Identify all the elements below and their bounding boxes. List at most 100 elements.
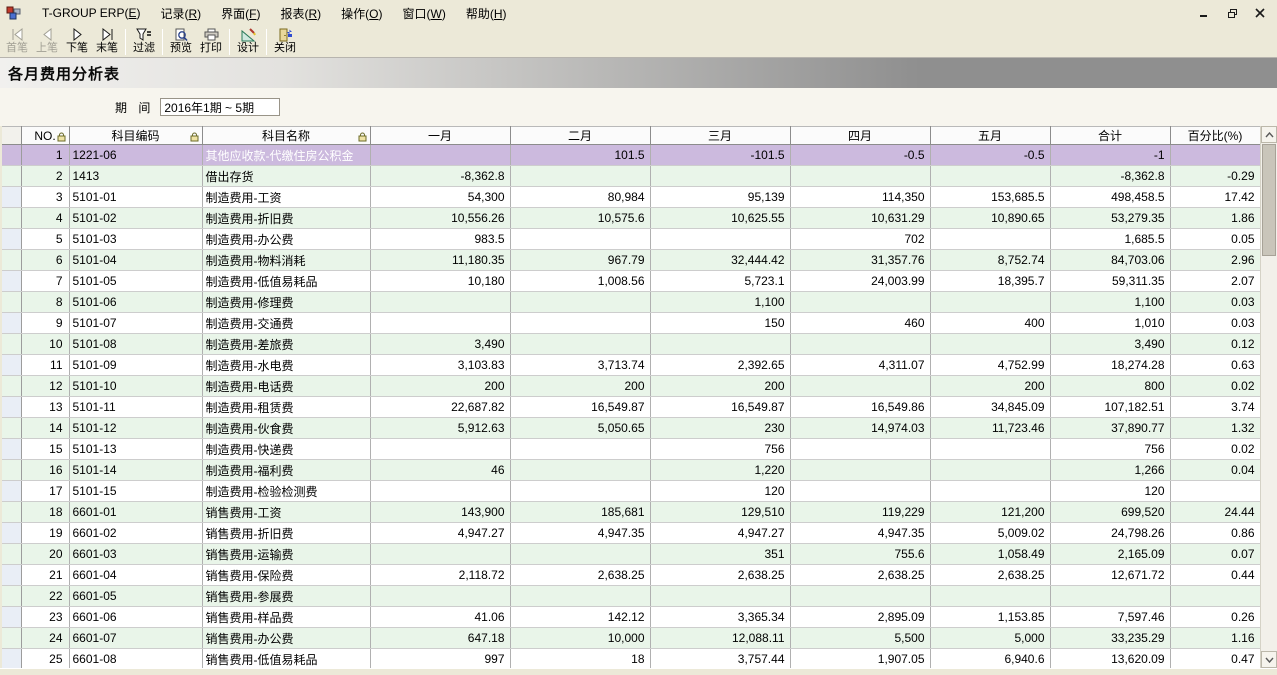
cell-m5[interactable]: 200	[930, 376, 1050, 397]
restore-button[interactable]	[1221, 5, 1243, 21]
cell-total[interactable]: 1,266	[1050, 460, 1170, 481]
cell-pct[interactable]	[1170, 481, 1260, 502]
column-header-name[interactable]: 科目名称	[202, 127, 370, 145]
column-header-apr[interactable]: 四月	[790, 127, 930, 145]
row-indicator[interactable]	[2, 586, 21, 607]
cell-m5[interactable]	[930, 166, 1050, 187]
cell-m5[interactable]	[930, 460, 1050, 481]
cell-m5[interactable]: 10,890.65	[930, 208, 1050, 229]
cell-m3[interactable]: -101.5	[650, 145, 790, 166]
cell-m2[interactable]	[510, 439, 650, 460]
filter-button[interactable]: 过滤	[129, 27, 159, 57]
close-report-button[interactable]: 关闭	[270, 27, 300, 57]
cell-name[interactable]: 制造费用-福利费	[202, 460, 370, 481]
row-indicator[interactable]	[2, 187, 21, 208]
cell-m2[interactable]: 2,638.25	[510, 565, 650, 586]
cell-m5[interactable]: 4,752.99	[930, 355, 1050, 376]
cell-pct[interactable]: 0.47	[1170, 649, 1260, 669]
cell-total[interactable]: 699,520	[1050, 502, 1170, 523]
cell-code[interactable]: 5101-10	[69, 376, 202, 397]
cell-m1[interactable]: 200	[370, 376, 510, 397]
cell-pct[interactable]: 2.07	[1170, 271, 1260, 292]
cell-pct[interactable]: 0.07	[1170, 544, 1260, 565]
cell-pct[interactable]: 2.96	[1170, 250, 1260, 271]
cell-m1[interactable]: 46	[370, 460, 510, 481]
cell-m1[interactable]: 983.5	[370, 229, 510, 250]
cell-m1[interactable]: 143,900	[370, 502, 510, 523]
design-button[interactable]: 设计	[233, 27, 263, 57]
cell-m2[interactable]	[510, 166, 650, 187]
cell-total[interactable]: 2,165.09	[1050, 544, 1170, 565]
cell-code[interactable]: 1221-06	[69, 145, 202, 166]
cell-name[interactable]: 销售费用-保险费	[202, 565, 370, 586]
cell-m4[interactable]	[790, 166, 930, 187]
cell-code[interactable]: 5101-07	[69, 313, 202, 334]
cell-pct[interactable]: 17.42	[1170, 187, 1260, 208]
cell-name[interactable]: 借出存货	[202, 166, 370, 187]
cell-m1[interactable]: 10,556.26	[370, 208, 510, 229]
cell-m5[interactable]	[930, 586, 1050, 607]
cell-pct[interactable]	[1170, 145, 1260, 166]
scroll-up-button[interactable]	[1261, 126, 1277, 143]
cell-m1[interactable]	[370, 292, 510, 313]
cell-m3[interactable]: 351	[650, 544, 790, 565]
cell-total[interactable]: 756	[1050, 439, 1170, 460]
cell-m5[interactable]: 8,752.74	[930, 250, 1050, 271]
cell-no[interactable]: 3	[21, 187, 69, 208]
cell-m2[interactable]: 185,681	[510, 502, 650, 523]
row-indicator[interactable]	[2, 313, 21, 334]
cell-m1[interactable]: 11,180.35	[370, 250, 510, 271]
cell-no[interactable]: 19	[21, 523, 69, 544]
cell-no[interactable]: 15	[21, 439, 69, 460]
cell-m4[interactable]	[790, 292, 930, 313]
cell-name[interactable]: 制造费用-租赁费	[202, 397, 370, 418]
cell-m3[interactable]: 10,625.55	[650, 208, 790, 229]
cell-pct[interactable]: 24.44	[1170, 502, 1260, 523]
cell-m2[interactable]	[510, 292, 650, 313]
cell-total[interactable]: 800	[1050, 376, 1170, 397]
cell-name[interactable]: 制造费用-折旧费	[202, 208, 370, 229]
cell-code[interactable]: 6601-01	[69, 502, 202, 523]
column-header-may[interactable]: 五月	[930, 127, 1050, 145]
cell-m2[interactable]: 200	[510, 376, 650, 397]
cell-total[interactable]: 12,671.72	[1050, 565, 1170, 586]
cell-pct[interactable]: 0.12	[1170, 334, 1260, 355]
menu-item-interface[interactable]: 界面(F)	[211, 2, 270, 25]
cell-pct[interactable]	[1170, 586, 1260, 607]
first-record-button[interactable]: 首笔	[2, 27, 32, 57]
cell-name[interactable]: 制造费用-水电费	[202, 355, 370, 376]
cell-m2[interactable]: 142.12	[510, 607, 650, 628]
cell-m3[interactable]	[650, 586, 790, 607]
cell-pct[interactable]: 0.63	[1170, 355, 1260, 376]
cell-code[interactable]: 6601-06	[69, 607, 202, 628]
cell-m1[interactable]: 54,300	[370, 187, 510, 208]
cell-m2[interactable]	[510, 544, 650, 565]
cell-m4[interactable]: 702	[790, 229, 930, 250]
cell-pct[interactable]: 0.86	[1170, 523, 1260, 544]
cell-m5[interactable]: 121,200	[930, 502, 1050, 523]
cell-m4[interactable]	[790, 334, 930, 355]
cell-total[interactable]: 53,279.35	[1050, 208, 1170, 229]
cell-no[interactable]: 5	[21, 229, 69, 250]
row-indicator[interactable]	[2, 628, 21, 649]
cell-code[interactable]: 5101-13	[69, 439, 202, 460]
cell-m2[interactable]	[510, 586, 650, 607]
row-indicator[interactable]	[2, 649, 21, 669]
cell-no[interactable]: 21	[21, 565, 69, 586]
column-header-feb[interactable]: 二月	[510, 127, 650, 145]
cell-m5[interactable]: 5,000	[930, 628, 1050, 649]
scroll-down-button[interactable]	[1261, 651, 1277, 668]
row-indicator[interactable]	[2, 439, 21, 460]
cell-name[interactable]: 销售费用-样品费	[202, 607, 370, 628]
cell-m3[interactable]: 4,947.27	[650, 523, 790, 544]
row-indicator[interactable]	[2, 250, 21, 271]
cell-no[interactable]: 13	[21, 397, 69, 418]
cell-m4[interactable]: 4,311.07	[790, 355, 930, 376]
cell-pct[interactable]: 1.86	[1170, 208, 1260, 229]
cell-m3[interactable]: 3,365.34	[650, 607, 790, 628]
cell-m4[interactable]: 755.6	[790, 544, 930, 565]
column-header-no[interactable]: NO.	[21, 127, 69, 145]
cell-no[interactable]: 14	[21, 418, 69, 439]
cell-m3[interactable]	[650, 334, 790, 355]
cell-total[interactable]: 1,010	[1050, 313, 1170, 334]
